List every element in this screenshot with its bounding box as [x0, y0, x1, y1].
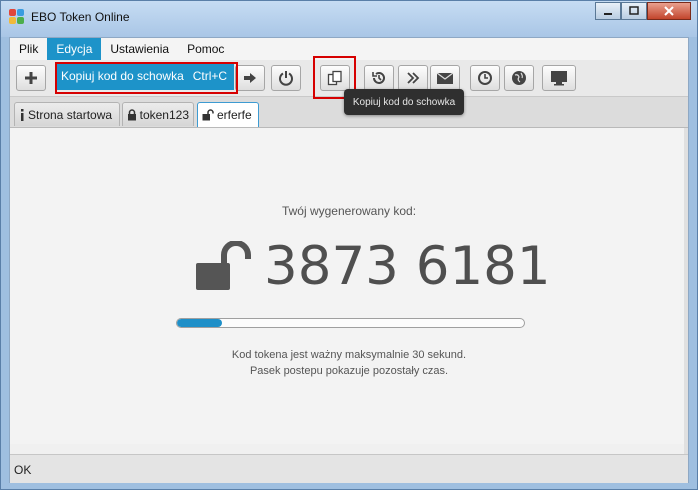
minimize-button[interactable]: [595, 2, 621, 20]
client-area: Plik Edycja Ustawienia Pomoc Strona star…: [9, 37, 689, 483]
menu-plik[interactable]: Plik: [10, 38, 47, 60]
code-display: 3873 6181: [196, 234, 551, 298]
history-icon: [372, 72, 385, 84]
token-panel: Twój wygenerowany kod: 3873 6181 Kod tok…: [10, 128, 688, 444]
tab-label: token123: [139, 107, 189, 122]
menu-pomoc[interactable]: Pomoc: [178, 38, 233, 60]
close-icon: [664, 6, 674, 16]
history-button[interactable]: [364, 65, 394, 91]
arrow-right-icon: [244, 73, 256, 83]
power-icon: [279, 71, 293, 86]
menu-ustawienia[interactable]: Ustawienia: [101, 38, 178, 60]
progress-fill: [177, 319, 223, 327]
add-button[interactable]: [16, 65, 46, 91]
monitor-button[interactable]: [542, 65, 576, 91]
code-subtitle: Twój wygenerowany kod:: [281, 204, 417, 218]
window-controls: [595, 2, 691, 22]
scrollbar[interactable]: [684, 128, 688, 454]
next-button[interactable]: [235, 65, 265, 91]
clock-icon: [478, 71, 492, 85]
title-bar: EBO Token Online: [1, 1, 697, 37]
info-line-2: Pasek postepu pokazuje pozostały czas.: [249, 365, 449, 377]
highlight-box-menu: [55, 62, 238, 94]
info-text: Kod tokena jest ważny maksymalnie 30 sek…: [10, 347, 688, 379]
globe-icon: [512, 71, 526, 85]
copy-tooltip: Kopiuj kod do schowka: [344, 89, 464, 115]
forward-button[interactable]: [398, 65, 428, 91]
maximize-icon: [629, 6, 639, 15]
validity-progress-bar: [176, 318, 525, 328]
lock-icon: [128, 108, 136, 120]
globe-button[interactable]: [504, 65, 534, 91]
power-button[interactable]: [271, 65, 301, 91]
close-button[interactable]: [647, 2, 691, 20]
tab-strona-startowa[interactable]: Strona startowa: [14, 102, 120, 126]
mail-icon: [436, 72, 454, 84]
clock-button[interactable]: [470, 65, 500, 91]
menu-edycja[interactable]: Edycja: [47, 38, 102, 60]
tab-erferfe[interactable]: erferfe: [197, 102, 259, 127]
app-logo-icon: [9, 9, 25, 25]
monitor-icon: [551, 71, 567, 86]
info-icon: [21, 108, 24, 121]
plus-icon: [25, 72, 37, 84]
double-chevron-right-icon: [407, 72, 420, 84]
info-line-1: Kod tokena jest ważny maksymalnie 30 sek…: [231, 349, 467, 361]
window-title: EBO Token Online: [31, 10, 130, 24]
maximize-button[interactable]: [621, 2, 647, 20]
minimize-icon: [604, 13, 612, 15]
status-text: OK: [14, 463, 32, 477]
mail-button[interactable]: [430, 65, 460, 91]
token-code[interactable]: 3873 6181: [264, 236, 551, 297]
tab-token123[interactable]: token123: [122, 102, 194, 126]
unlock-icon: [196, 241, 251, 290]
app-window: EBO Token Online Plik Edycja Ustawienia …: [0, 0, 698, 490]
status-bar: OK: [10, 454, 688, 483]
unlock-icon: [202, 109, 214, 121]
tab-label: erferfe: [217, 108, 252, 122]
tab-label: Strona startowa: [28, 107, 113, 122]
